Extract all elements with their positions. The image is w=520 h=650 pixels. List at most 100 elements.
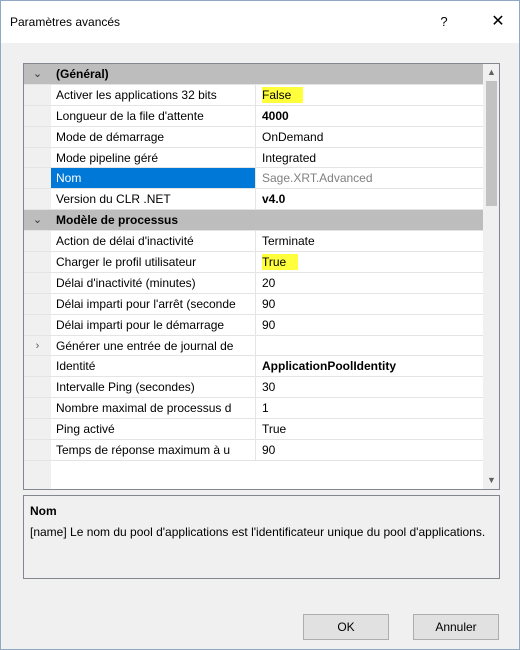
- property-value-cell[interactable]: 90: [257, 440, 483, 460]
- property-value-cell[interactable]: True: [257, 419, 483, 439]
- property-name: Longueur de la file d'attente: [51, 105, 256, 126]
- property-row[interactable]: Nom Sage.XRT.Advanced: [24, 168, 483, 190]
- property-row[interactable]: › Générer une entrée de journal de: [24, 335, 483, 357]
- row-gutter: [24, 85, 51, 105]
- collapse-chevron-icon[interactable]: ⌄: [24, 64, 51, 84]
- category-row[interactable]: ⌄ Modèle de processus: [24, 210, 483, 232]
- ok-button[interactable]: OK: [303, 614, 389, 640]
- property-value-cell[interactable]: 90: [257, 294, 483, 314]
- property-value-cell[interactable]: 4000: [257, 106, 483, 126]
- property-value: 1: [262, 401, 269, 416]
- property-name: Délai imparti pour l'arrêt (seconde: [51, 293, 256, 314]
- row-gutter: [24, 398, 51, 418]
- property-row[interactable]: Activer les applications 32 bits False: [24, 84, 483, 106]
- property-row[interactable]: Ping activé True: [24, 419, 483, 441]
- description-title: Nom: [30, 504, 57, 518]
- property-name: Intervalle Ping (secondes): [51, 377, 256, 398]
- property-value: 90: [262, 296, 276, 311]
- scrollbar-thumb[interactable]: [486, 81, 497, 206]
- property-value-cell[interactable]: False: [257, 85, 483, 105]
- help-button[interactable]: ?: [421, 7, 467, 37]
- description-text: [name] Le nom du pool d'applications est…: [30, 525, 486, 539]
- property-value-cell[interactable]: Sage.XRT.Advanced: [257, 168, 483, 188]
- row-gutter: [24, 168, 51, 188]
- property-name: Mode pipeline géré: [51, 147, 256, 168]
- property-value-cell[interactable]: True: [257, 252, 483, 272]
- property-value-cell[interactable]: 30: [257, 377, 483, 397]
- property-value: OnDemand: [262, 129, 324, 144]
- property-name: Version du CLR .NET: [51, 189, 256, 210]
- property-row[interactable]: Délai d'inactivité (minutes) 20: [24, 272, 483, 294]
- property-value-cell[interactable]: ApplicationPoolIdentity: [257, 356, 483, 376]
- property-value: True: [262, 254, 299, 271]
- property-value: 30: [262, 380, 276, 395]
- scroll-down-icon[interactable]: ▼: [483, 472, 499, 489]
- cancel-button[interactable]: Annuler: [413, 614, 499, 640]
- description-panel: Nom [name] Le nom du pool d'applications…: [23, 495, 500, 579]
- property-row[interactable]: Identité ApplicationPoolIdentity: [24, 356, 483, 378]
- property-value-cell[interactable]: OnDemand: [257, 127, 483, 147]
- property-rows: ⌄ (Général) Activer les applications 32 bi…: [24, 64, 483, 461]
- property-value: ApplicationPoolIdentity: [262, 359, 396, 374]
- property-name: Ping activé: [51, 419, 256, 440]
- property-name: Nom: [51, 168, 256, 189]
- property-value-cell[interactable]: 90: [257, 315, 483, 335]
- property-row[interactable]: Action de délai d'inactivité Terminate: [24, 231, 483, 253]
- property-value-cell[interactable]: v4.0: [257, 189, 483, 209]
- title-bar: Paramètres avancés ? ✕: [1, 1, 519, 43]
- property-value-cell[interactable]: Terminate: [257, 231, 483, 251]
- property-value: Integrated: [262, 150, 317, 165]
- property-name: Identité: [51, 356, 256, 377]
- row-gutter: [24, 315, 51, 335]
- row-gutter: [24, 127, 51, 147]
- property-row[interactable]: Version du CLR .NET v4.0: [24, 189, 483, 211]
- property-value: True: [262, 422, 287, 437]
- collapse-chevron-icon[interactable]: ⌄: [24, 210, 51, 230]
- property-value-cell[interactable]: Integrated: [257, 148, 483, 168]
- row-gutter: [24, 377, 51, 397]
- row-gutter: [24, 294, 51, 314]
- property-value: False: [262, 86, 304, 103]
- row-gutter: [24, 231, 51, 251]
- property-value: Sage.XRT.Advanced: [262, 171, 373, 186]
- property-grid: ⌄ (Général) Activer les applications 32 bi…: [23, 63, 500, 490]
- property-name: Délai d'inactivité (minutes): [51, 272, 256, 293]
- row-gutter: [24, 273, 51, 293]
- property-row[interactable]: Intervalle Ping (secondes) 30: [24, 377, 483, 399]
- row-gutter: [24, 106, 51, 126]
- row-gutter: [24, 148, 51, 168]
- property-value: 90: [262, 317, 276, 332]
- property-row[interactable]: Délai imparti pour l'arrêt (seconde 90: [24, 293, 483, 315]
- property-value-cell[interactable]: 20: [257, 273, 483, 293]
- row-gutter: [24, 252, 51, 272]
- property-name: Générer une entrée de journal de: [51, 335, 256, 356]
- property-value-cell[interactable]: [257, 336, 483, 356]
- property-name: Nombre maximal de processus d: [51, 398, 256, 419]
- row-gutter: [24, 440, 51, 460]
- property-name: Activer les applications 32 bits: [51, 84, 256, 105]
- category-label: Modèle de processus: [56, 213, 179, 228]
- category-row[interactable]: ⌄ (Général): [24, 64, 483, 85]
- scroll-up-icon[interactable]: ▲: [483, 64, 499, 81]
- property-value: v4.0: [262, 192, 286, 207]
- property-row[interactable]: Mode de démarrage OnDemand: [24, 126, 483, 148]
- property-row[interactable]: Nombre maximal de processus d 1: [24, 398, 483, 420]
- advanced-settings-dialog: Paramètres avancés ? ✕ ⌄ (Général) Activer…: [0, 0, 520, 650]
- property-row[interactable]: Longueur de la file d'attente 4000: [24, 105, 483, 127]
- property-value-cell[interactable]: 1: [257, 398, 483, 418]
- property-name: Action de délai d'inactivité: [51, 231, 256, 252]
- close-button[interactable]: ✕: [475, 7, 520, 37]
- vertical-scrollbar[interactable]: ▲ ▼: [483, 64, 499, 489]
- property-row[interactable]: Charger le profil utilisateur True: [24, 252, 483, 273]
- property-name: Mode de démarrage: [51, 126, 256, 147]
- row-gutter: [24, 189, 51, 209]
- property-value: Terminate: [262, 234, 315, 249]
- row-gutter: [24, 419, 51, 439]
- property-name: Charger le profil utilisateur: [51, 252, 256, 272]
- property-row[interactable]: Mode pipeline géré Integrated: [24, 147, 483, 169]
- property-row[interactable]: Temps de réponse maximum à u 90: [24, 440, 483, 461]
- property-value: 4000: [262, 108, 289, 123]
- property-name: Temps de réponse maximum à u: [51, 440, 256, 460]
- expand-chevron-icon[interactable]: ›: [24, 336, 51, 356]
- property-row[interactable]: Délai imparti pour le démarrage 90: [24, 314, 483, 336]
